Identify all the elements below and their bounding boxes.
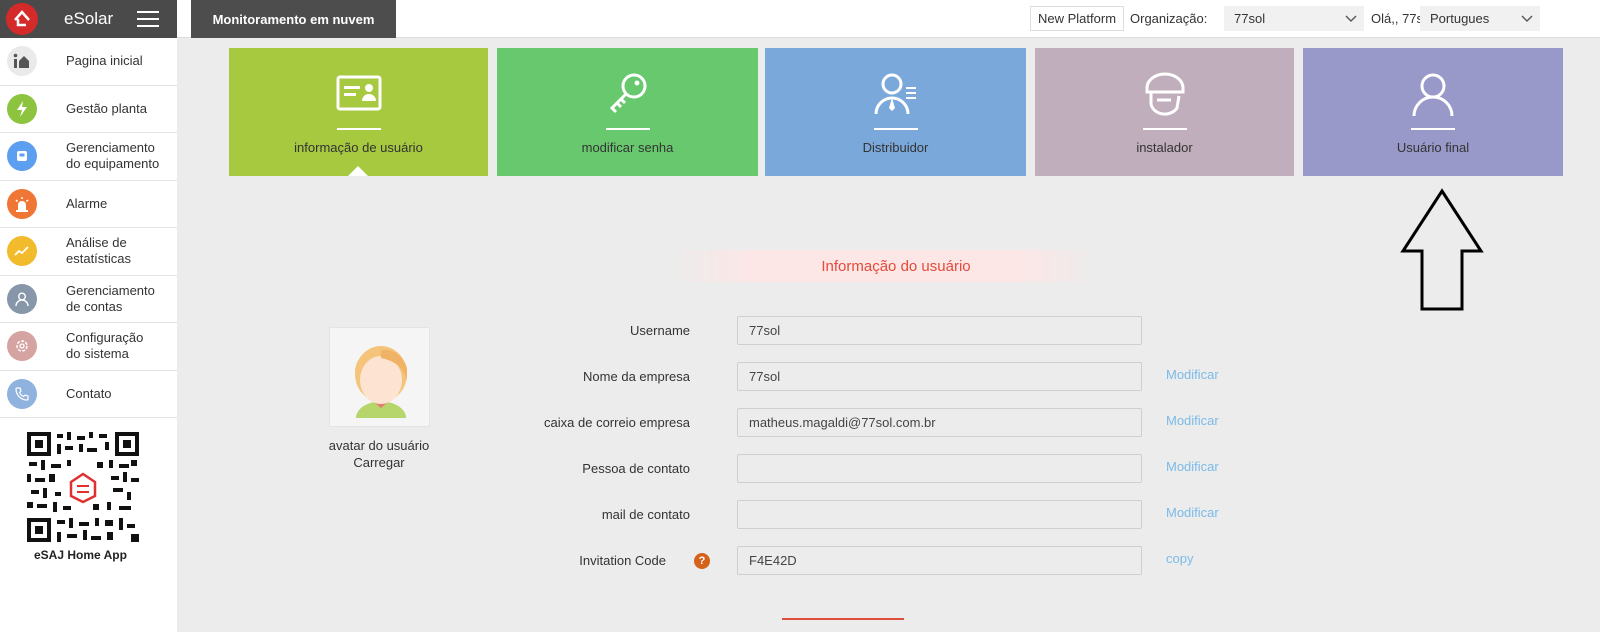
language-value: Portugues <box>1430 11 1490 26</box>
modify-contact-person-link[interactable]: Modificar <box>1166 459 1219 474</box>
account-icon <box>7 283 37 314</box>
sidebar-item-label: Configuração do sistema <box>66 330 144 362</box>
sidebar-nav: Pagina inicial Gestão planta Gerenciamen… <box>0 38 177 418</box>
chevron-down-icon <box>1345 15 1357 22</box>
section-title-bar: Informação do usuário <box>670 250 1100 282</box>
tile-change-password[interactable]: modificar senha <box>497 48 758 176</box>
phone-icon <box>7 378 37 409</box>
form-row-username: Username <box>480 316 1280 346</box>
sidebar-item-label: Pagina inicial <box>66 53 143 69</box>
tab-cloud-monitoring[interactable]: Monitoramento em nuvem <box>191 0 396 38</box>
qr-code <box>27 432 139 542</box>
brand-name: eSolar <box>64 9 114 28</box>
up-arrow-annotation <box>1400 188 1484 311</box>
sidebar-item-label: Gestão planta <box>66 100 147 116</box>
help-icon[interactable]: ? <box>694 553 710 569</box>
tile-user-info[interactable]: informação de usuário <box>229 48 488 176</box>
sidebar-item-statistics[interactable]: Análise de estatísticas <box>0 228 177 276</box>
tile-label: instalador <box>1136 140 1193 155</box>
scrollbar-track[interactable] <box>1566 38 1600 632</box>
sidebar-item-contact[interactable]: Contato <box>0 371 177 418</box>
form-row-contact-email: mail de contato Modificar <box>480 500 1280 530</box>
distributor-icon <box>874 73 916 115</box>
end-user-icon <box>1412 73 1454 117</box>
organization-select[interactable]: 77sol <box>1224 6 1364 31</box>
avatar-label: avatar do usuário <box>328 438 430 453</box>
field-label: Invitation Code <box>579 553 666 568</box>
sidebar-item-alarm[interactable]: Alarme <box>0 181 177 228</box>
id-card-icon <box>336 75 381 111</box>
contact-email-field[interactable] <box>737 500 1142 529</box>
sidebar-item-devices[interactable]: Gerenciamento do equipamento <box>0 133 177 181</box>
organization-label: Organização: <box>1130 11 1208 26</box>
brand-bar: eSolar <box>0 0 177 38</box>
form-row-contact-person: Pessoa de contato Modificar <box>480 454 1280 484</box>
home-icon <box>7 46 37 77</box>
stats-icon <box>7 236 37 267</box>
avatar-upload-link[interactable]: Carregar <box>322 455 436 470</box>
esolar-logo[interactable] <box>6 3 38 35</box>
user-avatar-icon <box>355 346 407 418</box>
field-label: Username <box>630 323 690 338</box>
submit-button-edge[interactable] <box>782 618 904 632</box>
form-row-company-name: Nome da empresa Modificar <box>480 362 1280 392</box>
alarm-icon <box>7 188 37 219</box>
tile-end-user[interactable]: Usuário final <box>1303 48 1563 176</box>
active-tile-pointer <box>348 166 368 176</box>
modify-company-email-link[interactable]: Modificar <box>1166 413 1219 428</box>
field-label: caixa de correio empresa <box>544 415 690 430</box>
field-label: mail de contato <box>601 507 690 522</box>
tile-distributor[interactable]: Distribuidor <box>765 48 1026 176</box>
section-title: Informação do usuário <box>821 257 971 275</box>
tile-installer[interactable]: instalador <box>1035 48 1294 176</box>
username-field[interactable] <box>737 316 1142 345</box>
modify-company-name-link[interactable]: Modificar <box>1166 367 1219 382</box>
sidebar-item-plants[interactable]: Gestão planta <box>0 86 177 133</box>
qr-label: eSAJ Home App <box>34 548 127 562</box>
menu-toggle-icon[interactable] <box>137 11 160 27</box>
installer-icon <box>1145 72 1184 116</box>
contact-person-field[interactable] <box>737 454 1142 483</box>
new-platform-button[interactable]: New Platform <box>1030 6 1125 31</box>
field-label: Nome da empresa <box>583 369 690 384</box>
app-qr-section: eSAJ Home App <box>0 432 177 562</box>
tile-label: Distribuidor <box>862 140 929 155</box>
tile-underline <box>336 128 381 130</box>
company-email-field[interactable] <box>737 408 1142 437</box>
tile-underline <box>873 128 918 130</box>
tile-label: modificar senha <box>581 140 674 155</box>
tile-underline <box>1411 128 1455 130</box>
sidebar-item-label: Análise de estatísticas <box>66 235 132 267</box>
key-icon <box>609 73 646 114</box>
form-row-company-email: caixa de correio empresa Modificar <box>480 408 1280 438</box>
device-icon <box>7 141 37 172</box>
sidebar: eSolar Pagina inicial Gestão planta Gere… <box>0 0 177 632</box>
field-label: Pessoa de contato <box>582 461 690 476</box>
modify-contact-email-link[interactable]: Modificar <box>1166 505 1219 520</box>
invitation-code-field[interactable] <box>737 546 1142 575</box>
tile-underline <box>1142 128 1187 130</box>
sidebar-item-home[interactable]: Pagina inicial <box>0 38 177 86</box>
organization-value: 77sol <box>1234 11 1266 26</box>
settings-icon <box>7 331 37 362</box>
sidebar-item-settings[interactable]: Configuração do sistema <box>0 323 177 371</box>
sidebar-item-label: Gerenciamento do equipamento <box>66 140 160 172</box>
sidebar-item-label: Alarme <box>66 195 108 211</box>
form-row-invitation-code: Invitation Code ? copy <box>480 546 1280 576</box>
chevron-down-icon <box>1521 15 1533 22</box>
tile-label: Usuário final <box>1396 140 1470 155</box>
company-name-field[interactable] <box>737 362 1142 391</box>
tile-label: informação de usuário <box>294 140 423 155</box>
avatar[interactable] <box>329 327 430 427</box>
copy-invitation-code-link[interactable]: copy <box>1166 551 1193 566</box>
tile-underline <box>605 128 650 130</box>
sidebar-item-accounts[interactable]: Gerenciamento de contas <box>0 276 177 323</box>
lightning-icon <box>7 93 37 124</box>
sidebar-item-label: Contato <box>66 385 112 401</box>
top-bar: Monitoramento em nuvem New Platform Orga… <box>177 0 1600 38</box>
language-select[interactable]: Portugues <box>1420 6 1540 31</box>
sidebar-item-label: Gerenciamento de contas <box>66 282 155 314</box>
